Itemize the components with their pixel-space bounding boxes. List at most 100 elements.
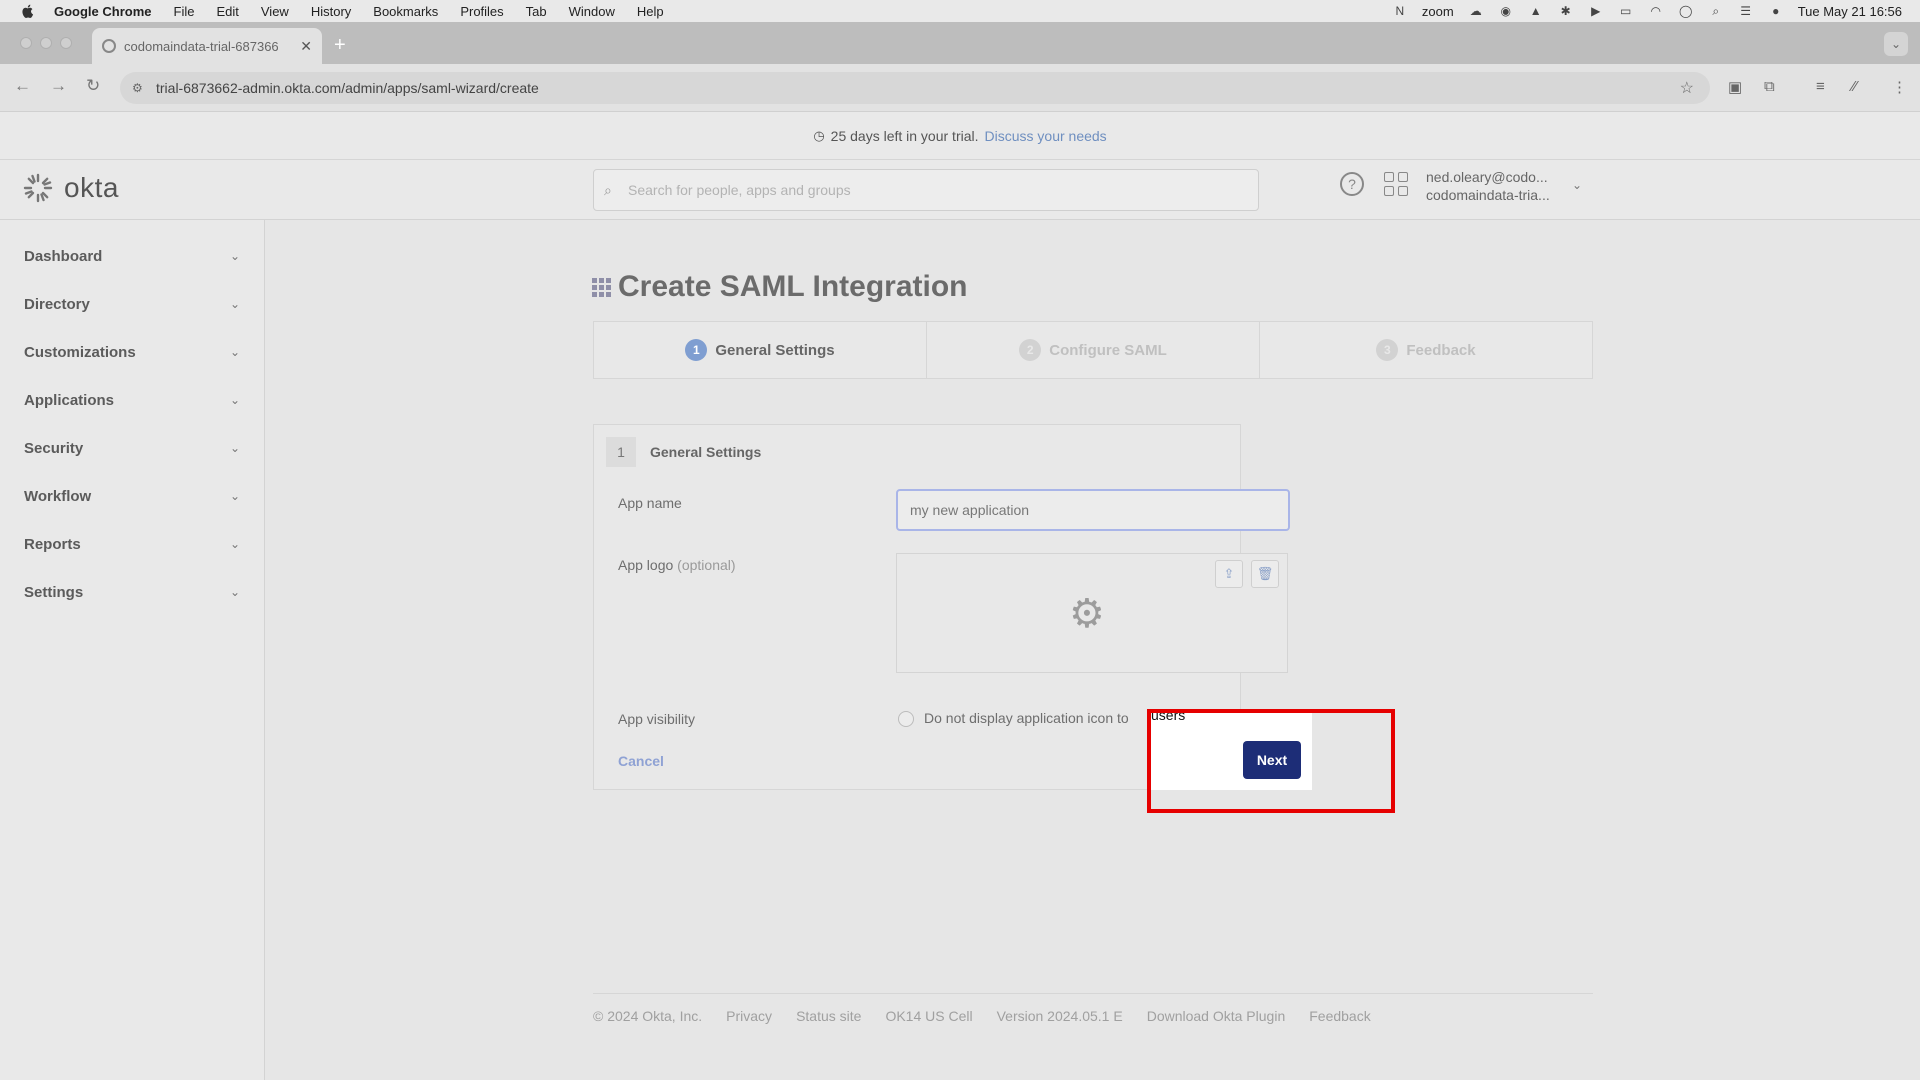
app-logo-label-text: App logo [618, 557, 674, 573]
site-settings-icon[interactable]: ⚙ [132, 81, 143, 95]
app-visibility-label: App visibility [618, 711, 696, 727]
chevron-down-icon: ⌄ [229, 345, 240, 359]
spotlight-search-icon[interactable]: ⌕ [1708, 4, 1724, 18]
extensions-puzzle-icon[interactable]: ⧉ [1764, 78, 1775, 95]
global-search-input[interactable]: ⌕ Search for people, apps and groups [593, 169, 1259, 211]
new-tab-icon[interactable]: + [334, 34, 346, 57]
forward-arrow-icon[interactable]: → [50, 76, 67, 96]
app-logo-dropzone[interactable]: ⇪ 🗑 ⚙ [896, 553, 1288, 673]
menubar-status-area: N zoom ☁ ◉ ▲ ✱ ▶ ▭ ◠ ◯ ⌕ ☰ ● Tue May 21 … [1392, 0, 1902, 22]
menu-edit[interactable]: Edit [216, 4, 238, 19]
bookmark-star-icon[interactable]: ☆ [1680, 78, 1694, 98]
menu-file[interactable]: File [174, 4, 195, 19]
menu-view[interactable]: View [261, 4, 289, 19]
back-arrow-icon[interactable]: ← [14, 76, 31, 96]
privacy-link[interactable]: Privacy [726, 1008, 772, 1024]
sidebar-item-workflow[interactable]: Workflow ⌄ [0, 472, 264, 520]
sidebar-item-dashboard[interactable]: Dashboard ⌄ [0, 232, 264, 280]
bluetooth-icon[interactable]: ✱ [1558, 4, 1574, 18]
menu-app-name[interactable]: Google Chrome [54, 4, 152, 19]
browser-tab-strip: codomaindata-trial-687366 ✕ + ⌄ [0, 22, 1920, 64]
trial-text: 25 days left in your trial. [830, 127, 979, 144]
sidebar-item-label: Workflow [24, 487, 92, 505]
sidebar-item-customizations[interactable]: Customizations ⌄ [0, 328, 264, 376]
upload-icon[interactable]: ⇪ [1215, 560, 1243, 588]
menu-history[interactable]: History [311, 4, 351, 19]
step-configure-saml: 2 Configure SAML [927, 322, 1260, 378]
reload-icon[interactable]: ↻ [86, 76, 100, 96]
app-name-label: App name [618, 495, 682, 511]
version-text: Version 2024.05.1 E [996, 1008, 1123, 1024]
chrome-menu-icon[interactable]: ⋮ [1892, 78, 1907, 96]
hide-icon-checkbox[interactable] [898, 711, 914, 727]
profile-extension-icon[interactable]: ⁄⁄ [1852, 78, 1857, 95]
minimize-window-button[interactable] [40, 37, 52, 49]
tab-close-icon[interactable]: ✕ [300, 38, 312, 55]
okta-logo[interactable]: okta [22, 172, 119, 204]
siri-icon[interactable]: ● [1768, 4, 1784, 18]
okta-sunburst-icon [23, 173, 53, 203]
tab-title: codomaindata-trial-687366 [124, 38, 279, 54]
menu-tab[interactable]: Tab [526, 4, 547, 19]
sidebar-item-reports[interactable]: Reports ⌄ [0, 520, 264, 568]
general-settings-card: 1 General Settings App name my new appli… [593, 424, 1290, 790]
play-icon[interactable]: ▶ [1588, 4, 1604, 18]
record-icon[interactable]: ◉ [1498, 4, 1514, 18]
download-plugin-link[interactable]: Download Okta Plugin [1147, 1008, 1286, 1024]
user-icon[interactable]: ◯ [1678, 4, 1694, 18]
step-label: General Settings [715, 341, 835, 359]
apple-icon[interactable] [20, 3, 36, 19]
menu-help[interactable]: Help [637, 4, 664, 19]
zoom-label[interactable]: zoom [1422, 4, 1454, 19]
drive-icon[interactable]: ▲ [1528, 4, 1544, 18]
step-label: Configure SAML [1049, 341, 1167, 359]
copyright-text: © 2024 Okta, Inc. [593, 1008, 703, 1024]
sidebar-item-settings[interactable]: Settings ⌄ [0, 568, 264, 616]
zoom-window-button[interactable] [60, 37, 72, 49]
address-bar[interactable]: ⚙ trial-6873662-admin.okta.com/admin/app… [120, 72, 1710, 104]
browser-tab[interactable]: codomaindata-trial-687366 ✕ [92, 28, 322, 64]
step-general-settings: 1 General Settings [594, 322, 927, 378]
trash-icon[interactable]: 🗑 [1251, 560, 1279, 588]
reading-list-icon[interactable]: ≡ [1816, 78, 1825, 95]
chevron-down-icon: ⌄ [229, 297, 240, 311]
sidebar-item-label: Reports [24, 535, 81, 553]
status-site-link[interactable]: Status site [796, 1008, 861, 1024]
feedback-link[interactable]: Feedback [1309, 1008, 1370, 1024]
close-window-button[interactable] [20, 37, 32, 49]
menu-window[interactable]: Window [569, 4, 615, 19]
section-number: 1 [606, 437, 636, 467]
menubar-datetime[interactable]: Tue May 21 16:56 [1798, 4, 1902, 19]
notion-icon[interactable]: N [1392, 4, 1408, 18]
menu-profiles[interactable]: Profiles [460, 4, 503, 19]
gear-icon: ⚙ [1069, 592, 1105, 636]
sidebar-item-applications[interactable]: Applications ⌄ [0, 376, 264, 424]
sidebar-item-label: Directory [24, 295, 90, 313]
help-icon[interactable]: ? [1340, 172, 1364, 196]
menu-bookmarks[interactable]: Bookmarks [373, 4, 438, 19]
battery-icon[interactable]: ▭ [1618, 4, 1634, 18]
app-switcher-grid-icon[interactable] [1384, 172, 1408, 196]
extension-icon[interactable]: ▣ [1728, 78, 1742, 96]
chevron-down-icon: ⌄ [229, 441, 240, 455]
user-org: codomaindata-tria... [1426, 187, 1550, 203]
chevron-down-icon: ⌄ [229, 249, 240, 263]
app-name-input[interactable]: my new application [896, 489, 1290, 531]
tab-favicon-icon [102, 39, 116, 53]
wizard-steps: 1 General Settings 2 Configure SAML 3 Fe… [593, 321, 1593, 379]
cloud-icon[interactable]: ☁ [1468, 4, 1484, 18]
discuss-needs-link[interactable]: Discuss your needs [985, 128, 1107, 144]
control-center-icon[interactable]: ☰ [1738, 4, 1754, 18]
sidebar-item-directory[interactable]: Directory ⌄ [0, 280, 264, 328]
tab-search-chevron-icon[interactable]: ⌄ [1884, 32, 1908, 56]
address-url: trial-6873662-admin.okta.com/admin/apps/… [156, 80, 539, 96]
search-placeholder: Search for people, apps and groups [628, 182, 851, 198]
wifi-icon[interactable]: ◠ [1648, 4, 1664, 18]
sidebar-item-security[interactable]: Security ⌄ [0, 424, 264, 472]
user-menu[interactable]: ned.oleary@codo... codomaindata-tria... [1426, 168, 1550, 204]
app-name-value: my new application [910, 502, 1030, 518]
sidebar-item-label: Settings [24, 583, 84, 601]
cancel-button[interactable]: Cancel [618, 753, 664, 769]
trial-banner: ◷ 25 days left in your trial. Discuss yo… [0, 112, 1920, 160]
chevron-down-icon[interactable]: ⌄ [1572, 178, 1582, 192]
